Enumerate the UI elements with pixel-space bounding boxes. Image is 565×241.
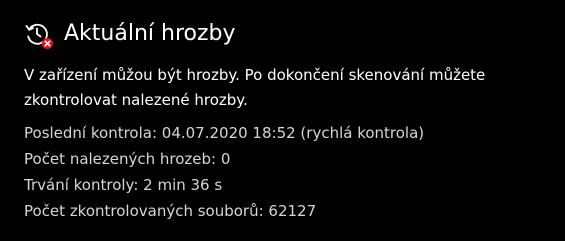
files-scanned-info: Počet zkontrolovaných souborů: 62127 xyxy=(24,202,317,220)
scan-details: Poslední kontrola: 04.07.2020 18:52 (ryc… xyxy=(24,120,554,224)
section-header: Aktuální hrozby xyxy=(24,18,236,50)
threats-found-info: Počet nalezených hrozeb: 0 xyxy=(24,150,231,168)
section-title: Aktuální hrozby xyxy=(64,21,236,46)
threat-description: V zařízení můžou být hrozby. Po dokončen… xyxy=(24,66,486,109)
close-icon xyxy=(42,38,53,49)
history-clock-icon xyxy=(24,21,53,49)
last-scan-info: Poslední kontrola: 04.07.2020 18:52 (ryc… xyxy=(24,124,425,142)
scan-duration-info: Trvání kontroly: 2 min 36 s xyxy=(24,176,223,194)
